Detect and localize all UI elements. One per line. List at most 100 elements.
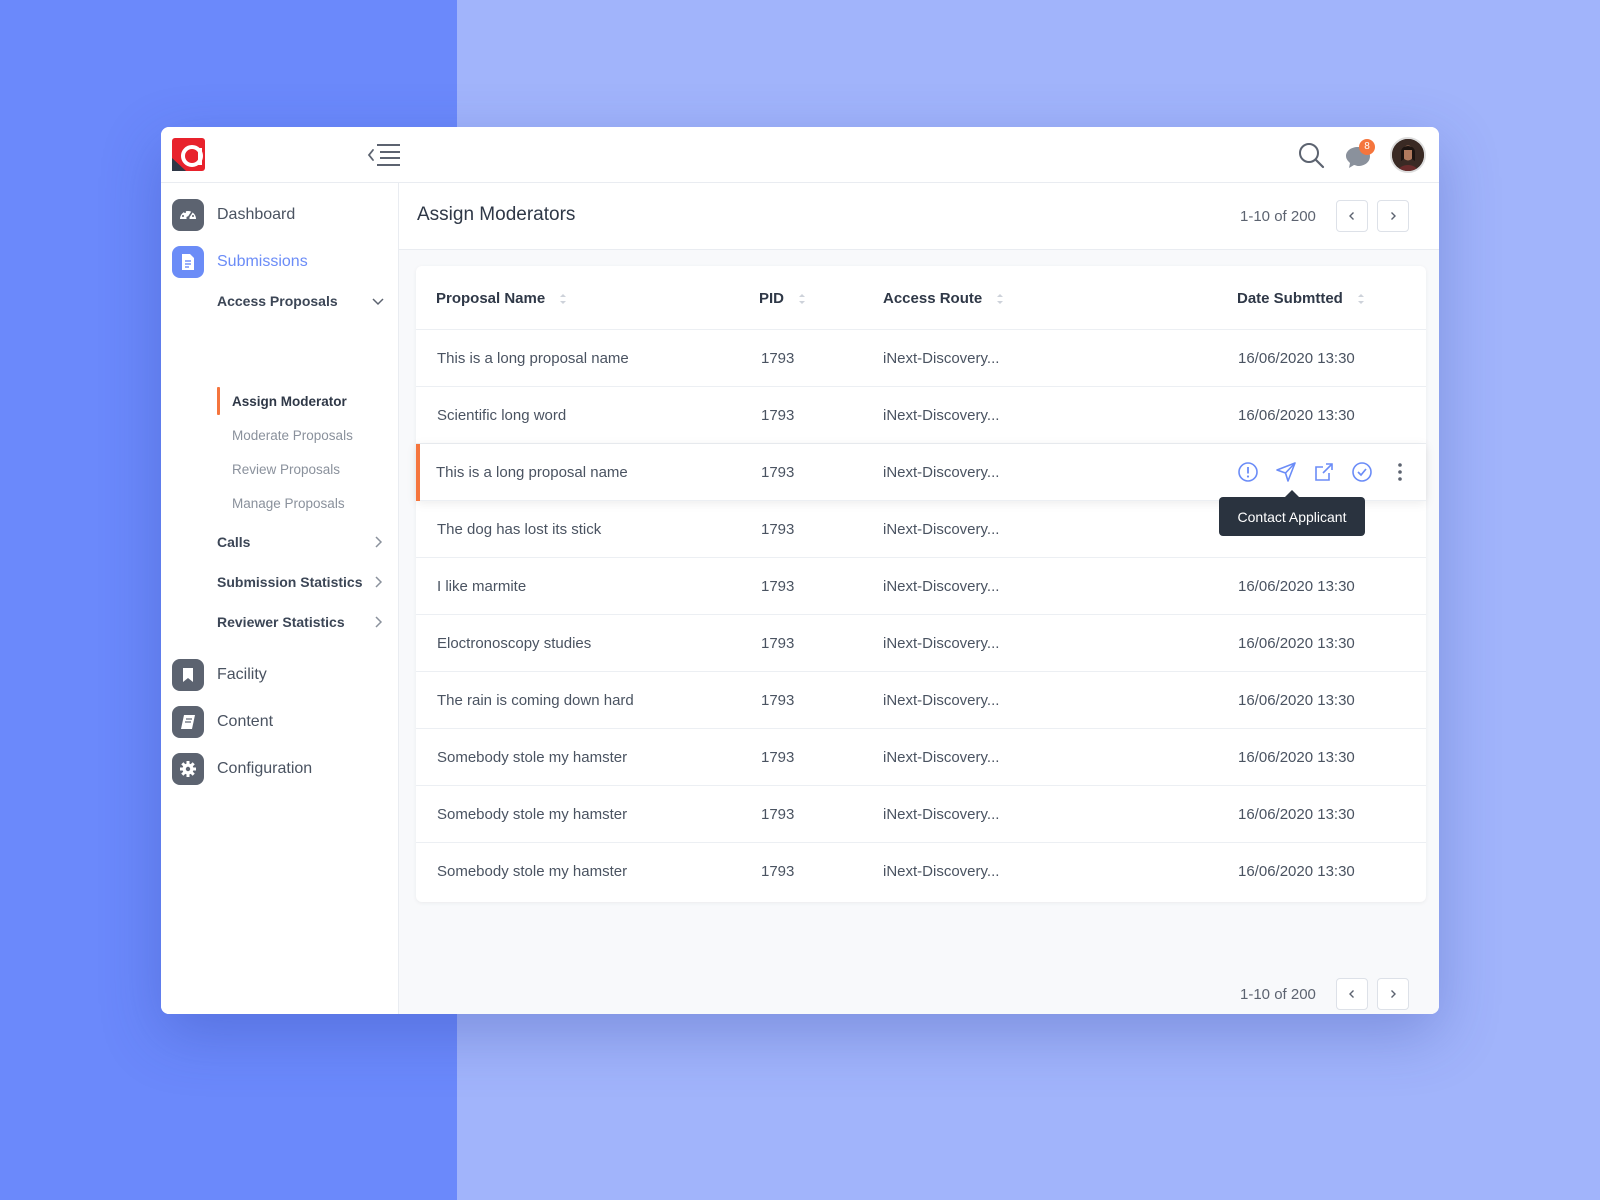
more-options-icon[interactable] (1388, 460, 1412, 484)
table-row[interactable]: Scientific long word 1793 iNext-Discover… (416, 387, 1426, 444)
next-page-button[interactable] (1376, 978, 1409, 1010)
column-header-label: Date Submtted (1237, 290, 1343, 307)
table-row[interactable]: I like marmite 1793 iNext-Discovery... 1… (416, 558, 1426, 615)
avatar[interactable] (1390, 137, 1426, 173)
chevron-right-icon (375, 536, 383, 548)
pagination-text: 1-10 of 200 (1240, 207, 1316, 225)
date-cell: 16/06/2020 13:30 (1238, 350, 1355, 367)
sidebar-item-label: Content (217, 713, 274, 730)
send-icon[interactable] (1274, 460, 1298, 484)
chevron-down-icon (372, 298, 384, 306)
sidebar-item-submissions[interactable]: Submissions (172, 246, 308, 278)
notification-badge: 8 (1359, 139, 1375, 155)
sidebar-item-label: Submissions (217, 253, 308, 270)
proposal-name-cell: The rain is coming down hard (437, 692, 634, 709)
table-row[interactable]: This is a long proposal name 1793 iNext-… (416, 330, 1426, 387)
sidebar-item-access-proposals[interactable]: Access Proposals (217, 289, 387, 313)
chevron-right-icon (1390, 990, 1396, 998)
document-icon (172, 246, 204, 278)
top-bar: 8 (161, 127, 1439, 183)
pid-cell: 1793 (761, 806, 795, 823)
access-route-cell: iNext-Discovery... (883, 749, 1000, 766)
pid-cell: 1793 (761, 464, 795, 481)
sidebar-item-reviewer-statistics[interactable]: Reviewer Statistics (217, 610, 387, 634)
proposal-name-cell: Eloctronoscopy studies (437, 635, 592, 652)
pid-cell: 1793 (761, 578, 795, 595)
access-route-cell: iNext-Discovery... (883, 350, 1000, 367)
sidebar-item-label: Configuration (217, 760, 313, 777)
sidebar-item-dashboard[interactable]: Dashboard (172, 199, 295, 231)
prev-page-button[interactable] (1335, 200, 1368, 232)
sidebar-item-moderate-proposals[interactable]: Moderate Proposals (232, 424, 353, 446)
date-cell: 16/06/2020 13:30 (1238, 407, 1355, 424)
table-row[interactable]: The rain is coming down hard 1793 iNext-… (416, 672, 1426, 729)
access-route-cell: iNext-Discovery... (883, 635, 1000, 652)
contact-applicant-tooltip: Contact Applicant (1219, 490, 1365, 536)
sidebar-item-manage-proposals[interactable]: Manage Proposals (232, 492, 345, 514)
proposal-name-cell: Somebody stole my hamster (437, 749, 628, 766)
sort-icon (799, 293, 806, 304)
proposal-name-cell: Somebody stole my hamster (437, 806, 628, 823)
table-row[interactable]: Eloctronoscopy studies 1793 iNext-Discov… (416, 615, 1426, 672)
date-cell: 16/06/2020 13:30 (1238, 635, 1355, 652)
table-row[interactable]: Somebody stole my hamster 1793 iNext-Dis… (416, 786, 1426, 843)
bookmark-icon (172, 659, 204, 691)
proposal-name-cell: This is a long proposal name (437, 350, 629, 367)
column-header-pid[interactable]: PID (759, 290, 806, 307)
chevron-right-icon (1390, 212, 1396, 220)
sidebar-item-label: Submission Statistics (217, 574, 363, 590)
proposal-name-cell: I like marmite (437, 578, 527, 595)
pagination-text: 1-10 of 200 (1240, 985, 1316, 1003)
sidebar-item-review-proposals[interactable]: Review Proposals (232, 458, 340, 480)
sidebar: Dashboard Submissions Access Proposals A… (161, 183, 399, 1014)
column-header-label: PID (759, 290, 785, 307)
main-content: Assign Moderators 1-10 of 200 Proposal N… (399, 183, 1439, 1014)
search-icon[interactable] (1297, 141, 1325, 169)
column-header-proposal-name[interactable]: Proposal Name (436, 290, 567, 307)
app-logo (172, 138, 205, 171)
access-route-cell: iNext-Discovery... (883, 407, 1000, 424)
external-link-icon[interactable] (1312, 460, 1336, 484)
next-page-button[interactable] (1376, 200, 1409, 232)
date-cell: 16/06/2020 13:30 (1238, 806, 1355, 823)
table-row[interactable]: Somebody stole my hamster 1793 iNext-Dis… (416, 843, 1426, 900)
chevron-right-icon (375, 616, 383, 628)
sort-icon (997, 293, 1004, 304)
pid-cell: 1793 (761, 749, 795, 766)
dashboard-icon (172, 199, 204, 231)
app-window: 8 Dashboard Submissions Access Proposals (161, 127, 1439, 1014)
check-circle-icon[interactable] (1350, 460, 1374, 484)
sidebar-item-label: Dashboard (217, 206, 296, 223)
date-cell: 16/06/2020 13:30 (1238, 863, 1355, 880)
proposal-name-cell: This is a long proposal name (436, 464, 628, 481)
table-row[interactable]: Somebody stole my hamster 1793 iNext-Dis… (416, 729, 1426, 786)
avatar-image (1392, 139, 1424, 171)
page-title: Assign Moderators (417, 204, 576, 225)
sidebar-item-label: Access Proposals (217, 293, 338, 309)
prev-page-button[interactable] (1335, 978, 1368, 1010)
pagination-top: 1-10 of 200 (1240, 200, 1409, 232)
collapse-sidebar-icon[interactable] (366, 141, 402, 169)
sidebar-item-calls[interactable]: Calls (217, 530, 387, 554)
info-icon[interactable] (1236, 460, 1260, 484)
sidebar-item-label: Facility (217, 666, 267, 683)
sidebar-item-assign-moderator[interactable]: Assign Moderator (232, 390, 347, 412)
access-route-cell: iNext-Discovery... (883, 578, 1000, 595)
chevron-right-icon (375, 576, 383, 588)
gear-icon (172, 753, 204, 785)
sidebar-item-label: Calls (217, 534, 251, 550)
access-route-cell: iNext-Discovery... (883, 863, 1000, 880)
chevron-left-icon (1348, 212, 1354, 220)
sidebar-item-facility[interactable]: Facility (172, 659, 267, 691)
column-header-date-submitted[interactable]: Date Submtted (1237, 290, 1365, 307)
column-header-access-route[interactable]: Access Route (883, 290, 1004, 307)
pid-cell: 1793 (761, 863, 795, 880)
pid-cell: 1793 (761, 692, 795, 709)
sidebar-item-submission-statistics[interactable]: Submission Statistics (217, 570, 387, 594)
sidebar-item-configuration[interactable]: Configuration (172, 753, 312, 785)
column-header-label: Proposal Name (436, 290, 546, 307)
date-cell: 16/06/2020 13:30 (1238, 578, 1355, 595)
sidebar-item-content[interactable]: Content (172, 706, 273, 738)
book-icon (172, 706, 204, 738)
table-row-hovered[interactable]: This is a long proposal name 1793 iNext-… (416, 444, 1426, 501)
